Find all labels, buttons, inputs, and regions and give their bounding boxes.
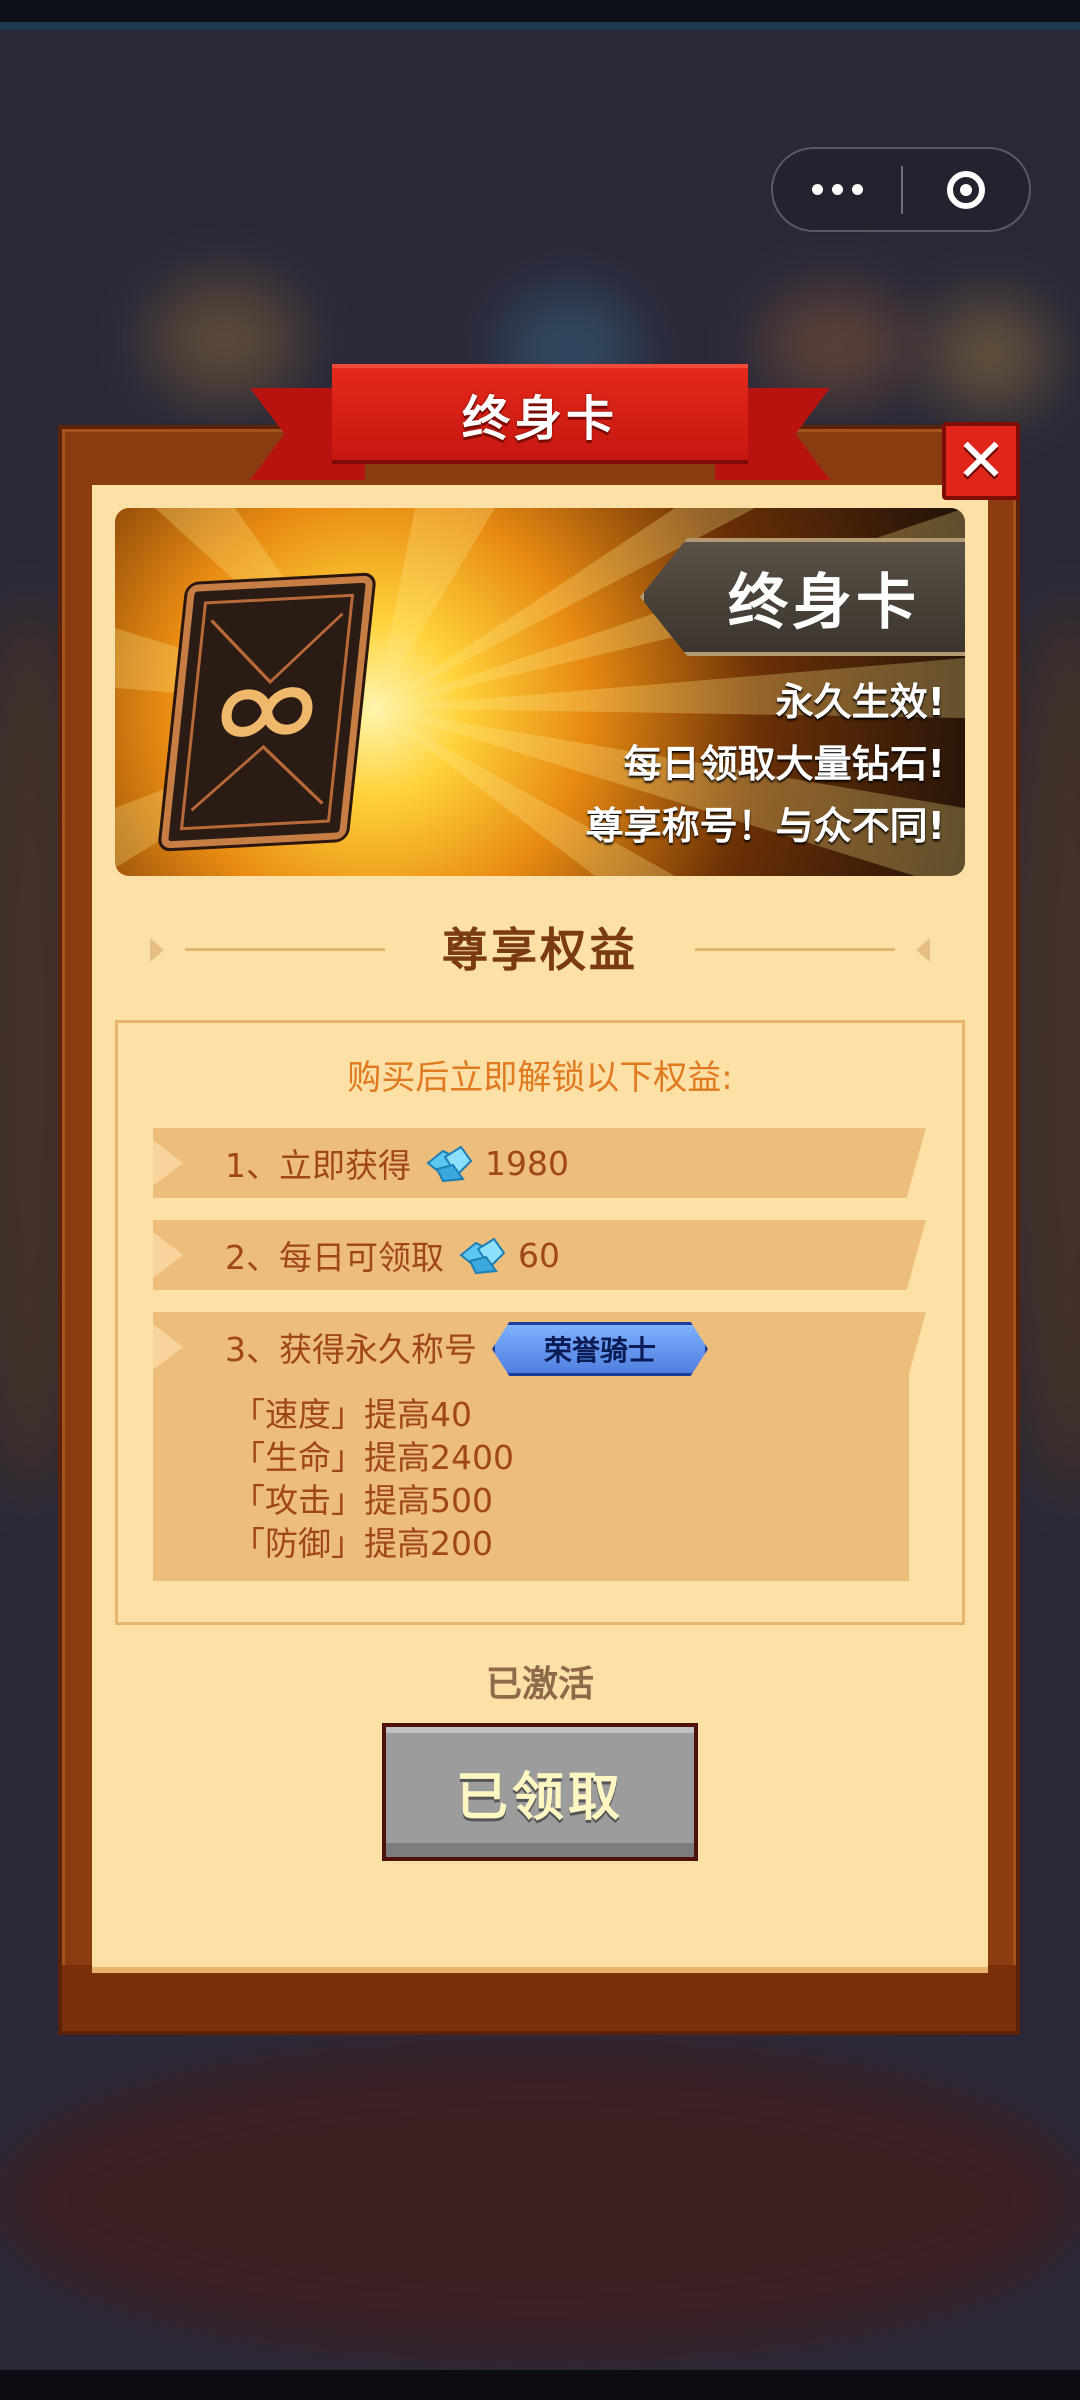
benefit-2-amount: 60 — [518, 1235, 560, 1275]
stat-speed: 「速度」提高40 — [232, 1395, 472, 1434]
benefit-2-label: 2、每日可领取 — [225, 1238, 444, 1277]
title-badge-text: 荣誉骑士 — [543, 1334, 656, 1367]
claimed-button-label: 已领取 — [455, 1767, 624, 1828]
row-arrow-icon — [153, 1324, 183, 1370]
benefit-1-amount: 1980 — [485, 1143, 569, 1183]
row-arrow-icon — [153, 1232, 183, 1278]
benefit-1: 1、立即获得 1980 — [225, 1128, 569, 1198]
more-icon[interactable] — [773, 149, 901, 230]
lifetime-card-banner: 终身卡 永久生效! 每日领取大量钻石! 尊享称号！与众不同! — [115, 508, 965, 876]
section-line-right — [695, 948, 895, 951]
stat-attack: 「攻击」提高500 — [232, 1481, 493, 1520]
claimed-button[interactable]: 已领取 — [382, 1723, 698, 1861]
diamond-icon — [459, 1237, 506, 1275]
mini-program-capsule — [771, 147, 1031, 232]
banner-line-3: 尊享称号！与众不同! — [585, 804, 945, 848]
target-icon[interactable] — [903, 149, 1029, 230]
section-arrow-right — [916, 938, 930, 962]
navigation-bar — [0, 2370, 1080, 2400]
close-button[interactable]: ✕ — [942, 422, 1020, 500]
benefit-3-label: 3、获得永久称号 — [225, 1330, 477, 1369]
benefits-intro: 购买后立即解锁以下权益: — [347, 1058, 733, 1098]
diamond-icon — [426, 1145, 473, 1183]
status-bar-accent — [0, 22, 1080, 30]
banner-line-2: 每日领取大量钻石! — [623, 742, 945, 786]
benefit-3: 3、获得永久称号 — [225, 1312, 477, 1382]
title-badge: 荣誉骑士 — [492, 1322, 708, 1376]
stat-health: 「生命」提高2400 — [232, 1438, 514, 1477]
modal-title-ribbon: 终身卡 — [332, 364, 748, 460]
close-icon: ✕ — [955, 426, 1007, 496]
stat-defense: 「防御」提高200 — [232, 1524, 493, 1563]
banner-line-1: 永久生效! — [775, 680, 945, 724]
modal-frame-bottom — [58, 1965, 1020, 2035]
activation-status: 已激活 — [485, 1664, 594, 1705]
benefit-1-label: 1、立即获得 — [225, 1146, 411, 1185]
lifetime-card-icon — [160, 575, 374, 849]
banner-title: 终身卡 — [728, 567, 920, 638]
modal-title: 终身卡 — [461, 391, 618, 447]
banner-title-plate: 终身卡 — [640, 538, 965, 656]
benefit-2: 2、每日可领取 60 — [225, 1220, 560, 1290]
row-arrow-icon — [153, 1140, 183, 1186]
